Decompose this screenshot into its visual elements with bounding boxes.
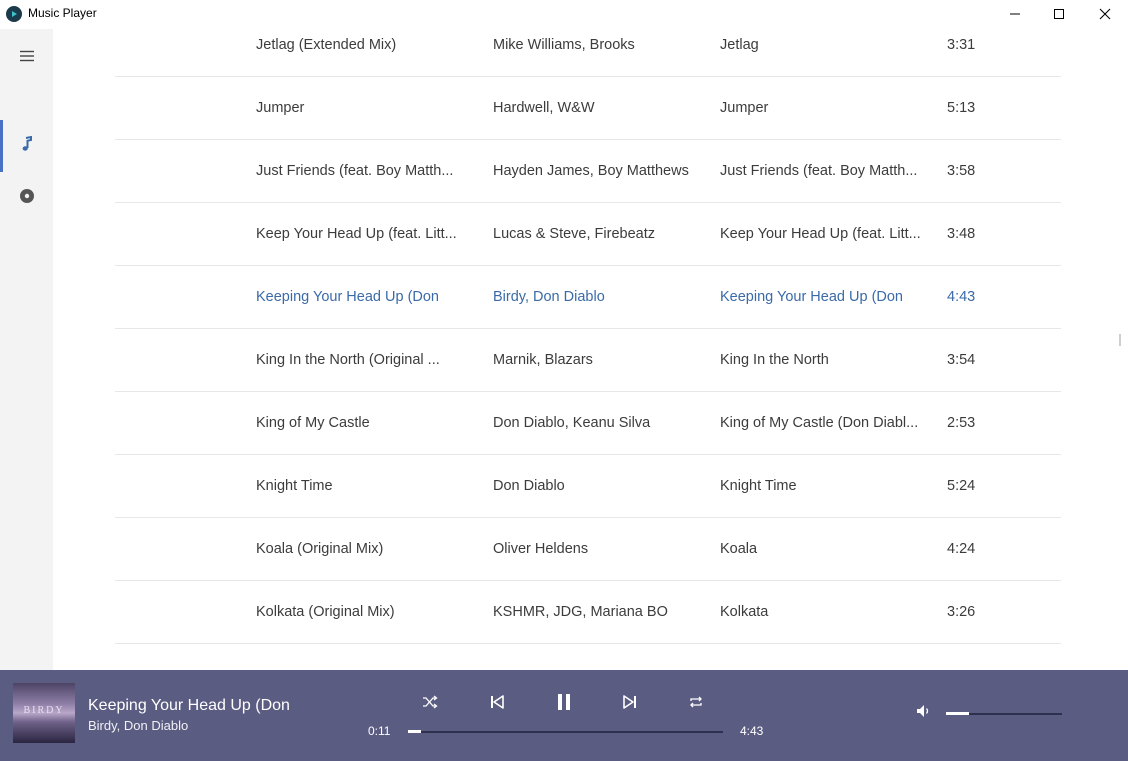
app-icon <box>6 6 22 22</box>
song-row[interactable]: Jetlag (Extended Mix) Mike Williams, Bro… <box>115 14 1061 77</box>
song-album: Jumper <box>720 100 769 116</box>
song-title: Kolkata (Original Mix) <box>256 604 395 620</box>
song-album: Jetlag <box>720 37 759 53</box>
song-album: Keeping Your Head Up (Don <box>720 289 903 305</box>
song-duration: 5:24 <box>947 478 976 494</box>
song-title: King In the North (Original ... <box>256 352 440 368</box>
elapsed-time: 0:11 <box>368 724 391 738</box>
repeat-icon <box>688 695 704 714</box>
song-album: Koala <box>720 541 758 557</box>
song-duration: 3:58 <box>947 163 976 179</box>
song-artist: Don Diablo, Keanu Silva <box>493 415 651 431</box>
disc-icon <box>19 188 35 208</box>
song-row[interactable]: Jumper Hardwell, W&W Jumper 5:13 <box>115 77 1061 140</box>
songs-nav-button[interactable] <box>0 126 53 166</box>
mute-button[interactable] <box>907 699 941 727</box>
song-artist: KSHMR, JDG, Mariana BO <box>493 604 668 620</box>
song-row[interactable]: Keep Your Head Up (feat. Litt... Lucas &… <box>115 203 1061 266</box>
next-button[interactable] <box>612 690 648 718</box>
repeat-button[interactable] <box>678 690 714 718</box>
song-title: Keep Your Head Up (feat. Litt... <box>256 226 457 242</box>
song-duration: 3:26 <box>947 604 976 620</box>
music-note-icon <box>20 135 34 156</box>
pause-button[interactable] <box>546 690 582 718</box>
song-duration: 3:31 <box>947 37 976 53</box>
album-cover[interactable]: BIRDY <box>13 683 75 743</box>
skip-previous-icon <box>489 694 505 715</box>
song-duration: 2:53 <box>947 415 976 431</box>
song-album: Knight Time <box>720 478 797 494</box>
volume-icon <box>916 704 932 723</box>
now-playing-title: Keeping Your Head Up (Don <box>88 697 290 714</box>
song-row[interactable]: King of My Castle Don Diablo, Keanu Silv… <box>115 392 1061 455</box>
song-duration: 4:43 <box>947 289 976 305</box>
song-row[interactable]: Just Friends (feat. Boy Matth... Hayden … <box>115 140 1061 203</box>
song-duration: 3:48 <box>947 226 976 242</box>
pause-icon <box>556 693 572 716</box>
song-album: King of My Castle (Don Diabl... <box>720 415 919 431</box>
song-duration: 5:13 <box>947 100 976 116</box>
now-playing-artist: Birdy, Don Diablo <box>88 718 189 733</box>
total-time: 4:43 <box>740 724 764 738</box>
song-list: Jetlag (Extended Mix) Mike Williams, Bro… <box>53 0 1128 670</box>
shuffle-icon <box>422 694 438 714</box>
song-row-playing[interactable]: Keeping Your Head Up (Don Birdy, Don Dia… <box>115 266 1061 329</box>
song-row[interactable]: Knight Time Don Diablo Knight Time 5:24 <box>115 455 1061 518</box>
seek-slider[interactable] <box>408 730 723 733</box>
song-artist: Mike Williams, Brooks <box>493 37 635 53</box>
song-artist: Oliver Heldens <box>493 541 589 557</box>
albums-nav-button[interactable] <box>0 178 53 218</box>
song-duration: 4:24 <box>947 541 976 557</box>
song-title: Jumper <box>256 100 305 116</box>
navigation-rail <box>0 29 53 670</box>
song-title: King of My Castle <box>256 415 370 431</box>
song-title: Keeping Your Head Up (Don <box>256 289 439 305</box>
menu-button[interactable] <box>0 36 53 76</box>
song-artist: Lucas & Steve, Firebeatz <box>493 226 655 242</box>
song-row[interactable]: Kolkata (Original Mix) KSHMR, JDG, Maria… <box>115 581 1061 644</box>
shuffle-button[interactable] <box>412 690 448 718</box>
seek-progress <box>408 730 421 733</box>
volume-level <box>946 712 970 715</box>
song-artist: Hayden James, Boy Matthews <box>493 163 689 179</box>
skip-next-icon <box>622 694 638 715</box>
song-row[interactable]: King In the North (Original ... Marnik, … <box>115 329 1061 392</box>
song-artist: Don Diablo <box>493 478 565 494</box>
song-artist: Marnik, Blazars <box>493 352 593 368</box>
hamburger-menu-icon <box>19 47 35 66</box>
song-duration: 3:54 <box>947 352 976 368</box>
player-bar: BIRDY Keeping Your Head Up (Don Birdy, D… <box>0 670 1128 761</box>
volume-slider[interactable] <box>946 712 1062 715</box>
cover-text: BIRDY <box>23 705 65 716</box>
song-artist: Hardwell, W&W <box>493 100 595 116</box>
song-title: Knight Time <box>256 478 333 494</box>
song-album: Just Friends (feat. Boy Matth... <box>720 163 918 179</box>
song-title: Just Friends (feat. Boy Matth... <box>256 163 454 179</box>
song-album: King In the North <box>720 352 829 368</box>
song-title: Jetlag (Extended Mix) <box>256 37 397 53</box>
song-artist: Birdy, Don Diablo <box>493 289 605 305</box>
song-title: Koala (Original Mix) <box>256 541 384 557</box>
song-album: Kolkata <box>720 604 769 620</box>
song-album: Keep Your Head Up (feat. Litt... <box>720 226 921 242</box>
song-row[interactable]: Koala (Original Mix) Oliver Heldens Koal… <box>115 518 1061 581</box>
previous-button[interactable] <box>479 690 515 718</box>
scrollbar-thumb[interactable] <box>1119 334 1121 346</box>
